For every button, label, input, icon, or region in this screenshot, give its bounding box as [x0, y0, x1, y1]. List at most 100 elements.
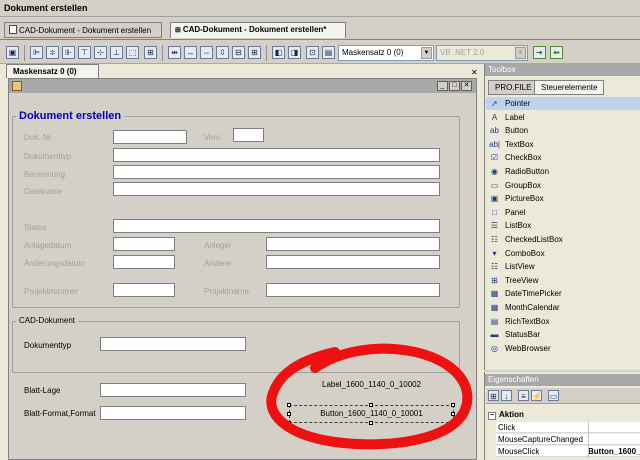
label-vers: Vers.	[204, 133, 223, 142]
textbox-blatt-lage[interactable]	[100, 383, 246, 397]
monthcalendar-icon: ▦	[490, 303, 499, 312]
groupbox-icon: ▭	[490, 180, 499, 190]
textbox-benennung[interactable]	[113, 165, 440, 179]
send-to-back-icon[interactable]: ◨	[288, 46, 301, 59]
tab-mask-set[interactable]: Maskensatz 0 (0)	[6, 64, 99, 78]
align-middle-icon[interactable]: ⊹	[94, 46, 107, 59]
align-left-icon[interactable]: ⊫	[30, 46, 43, 59]
property-divider	[588, 422, 589, 458]
textbox-aenderungsdatum[interactable]	[113, 255, 175, 269]
picturebox-icon: ▣	[490, 194, 499, 204]
lock-controls-icon[interactable]: ▤	[322, 46, 335, 59]
designer-toolbar: ▣ ⊫ ≑ ⊪ ⊤ ⊹ ⊥ ⬚ ⊞ ⇹ ↔ ⇔ ⇳ ⊟ ⊞ ◧ ◨ ⊡ ▤ Ma…	[0, 42, 640, 64]
toolbox-item-datetimepicker[interactable]: ▦ DateTimePicker	[486, 287, 640, 300]
increase-spacing-icon[interactable]: ↔	[184, 46, 197, 59]
textbox-cad-dokumenttyp[interactable]	[100, 337, 246, 351]
richtextbox-icon: ▤	[490, 316, 499, 326]
properties-icon[interactable]: ≡	[518, 390, 529, 401]
toolbox-item-label[interactable]: A Label	[486, 111, 640, 124]
toolbox-item-monthcalendar[interactable]: ▦ MonthCalendar	[486, 301, 640, 314]
property-row-click[interactable]: Click	[496, 422, 640, 433]
textbox-dateiname[interactable]	[113, 182, 440, 196]
textbox-vers[interactable]	[233, 128, 264, 142]
tab-steuerelemente[interactable]: Steuerelemente	[534, 80, 605, 95]
toolbox-item-button[interactable]: ab Button	[486, 124, 640, 137]
textbox-projektnummer[interactable]	[113, 283, 175, 297]
toolbox-item-label: ListBox	[505, 221, 532, 231]
treeview-icon: ⊞	[491, 275, 498, 285]
bring-to-front-icon[interactable]: ◧	[272, 46, 285, 59]
alphabetical-icon[interactable]: ↓	[501, 390, 512, 401]
textbox-projektname[interactable]	[266, 283, 440, 297]
label-projektnummer: Projektnummer	[24, 287, 79, 296]
toolbox-item-listview[interactable]: ☷ ListView	[486, 260, 640, 273]
toolbox-item-label: ComboBox	[505, 248, 545, 258]
property-row-mouseclick[interactable]: MouseClick Button_1600_	[496, 446, 640, 457]
toolbox-item-groupbox[interactable]: ▭ GroupBox	[486, 179, 640, 192]
textbox-anleger[interactable]	[266, 237, 440, 251]
events-icon[interactable]: ⚡	[531, 390, 542, 401]
textbox-doknr[interactable]	[113, 130, 187, 144]
language-select[interactable]: VB .NET 2.0 ▼	[436, 45, 528, 61]
tab-expand-icon: ⊞	[175, 27, 183, 34]
toolbox-item-statusbar[interactable]: ▬ StatusBar	[486, 328, 640, 341]
decrease-spacing-icon[interactable]: ⇔	[200, 46, 213, 59]
align-right-icon[interactable]: ⊪	[62, 46, 75, 59]
center-vertically-icon[interactable]: ⊞	[248, 46, 261, 59]
toolbox-item-label: ListView	[505, 262, 535, 272]
toolbox-item-checkedlistbox[interactable]: ☷ CheckedListBox	[486, 233, 640, 246]
toolbar-separator	[266, 45, 267, 61]
minimize-icon[interactable]: _	[437, 81, 448, 91]
toolbox-item-checkbox[interactable]: ☑ CheckBox	[486, 151, 640, 164]
back-arrow-icon[interactable]: ⬅	[550, 46, 563, 59]
toolbox-item-webbrowser[interactable]: ◎ WebBrowser	[486, 342, 640, 355]
textbox-anlagedatum[interactable]	[113, 237, 175, 251]
button-icon: ab	[490, 126, 499, 136]
tab-profile[interactable]: PRO.FILE	[488, 80, 539, 95]
toolbox-item-panel[interactable]: □ Panel	[486, 206, 640, 219]
webbrowser-icon: ◎	[491, 343, 498, 353]
forward-arrow-icon[interactable]: ➜	[533, 46, 546, 59]
categorized-icon[interactable]: ⊞	[488, 390, 499, 401]
vertical-spacing-icon[interactable]: ⇳	[216, 46, 229, 59]
center-horizontally-icon[interactable]: ⊟	[232, 46, 245, 59]
save-icon[interactable]: ▣	[6, 46, 19, 59]
panel-icon: □	[492, 207, 497, 217]
properties-toolbar: ⊞ ↓ ≡ ⚡ ▭	[486, 388, 640, 404]
close-icon[interactable]: ✕	[471, 68, 478, 77]
red-annotation-circle	[266, 343, 473, 450]
make-same-size-icon[interactable]: ⬚	[126, 46, 139, 59]
toolbox-item-combobox[interactable]: ▾ ComboBox	[486, 247, 640, 260]
maximize-icon[interactable]: □	[449, 81, 460, 91]
toolbox-item-textbox[interactable]: ab| TextBox	[486, 138, 640, 151]
align-center-icon[interactable]: ≑	[46, 46, 59, 59]
textbox-dokumenttyp[interactable]	[113, 148, 440, 162]
close-icon[interactable]: ✕	[461, 81, 472, 91]
tab-cad-document-1[interactable]: CAD-Dokument - Dokument erstellen	[4, 22, 162, 38]
label-blatt-lage: Blatt-Lage	[24, 386, 61, 395]
textbox-blatt-format[interactable]	[100, 406, 246, 420]
align-bottom-icon[interactable]: ⊥	[110, 46, 123, 59]
tab-order-icon[interactable]: ⊡	[306, 46, 319, 59]
property-row-mousecapturechanged[interactable]: MouseCaptureChanged	[496, 434, 640, 445]
toolbox-item-radiobutton[interactable]: ◉ RadioButton	[486, 165, 640, 178]
toolbox-item-richtextbox[interactable]: ▤ RichTextBox	[486, 315, 640, 328]
textbox-status[interactable]	[113, 219, 440, 233]
mask-set-select[interactable]: Maskensatz 0 (0) ▼	[338, 45, 434, 61]
toolbox-item-label: Pointer	[505, 99, 531, 108]
size-to-grid-icon[interactable]: ⊞	[144, 46, 157, 59]
textbox-aenderer[interactable]	[266, 255, 440, 269]
label-doknr: Dok.-Nr.	[24, 133, 54, 142]
toolbox-item-pointer[interactable]: ➚ Pointer	[486, 97, 640, 110]
label-aenderer: Änderer	[204, 259, 233, 268]
toolbox-item-label: Button	[505, 126, 529, 136]
toolbar-separator	[24, 45, 25, 61]
tab-cad-document-2[interactable]: ⊞ CAD-Dokument - Dokument erstellen*	[170, 22, 346, 38]
category-aktion[interactable]: − Aktion	[486, 409, 640, 421]
property-pages-icon[interactable]: ▭	[548, 390, 559, 401]
align-top-icon[interactable]: ⊤	[78, 46, 91, 59]
toolbox-item-picturebox[interactable]: ▣ PictureBox	[486, 192, 640, 205]
toolbox-item-treeview[interactable]: ⊞ TreeView	[486, 274, 640, 287]
horizontal-spacing-icon[interactable]: ⇹	[168, 46, 181, 59]
toolbox-item-listbox[interactable]: ☰ ListBox	[486, 219, 640, 232]
